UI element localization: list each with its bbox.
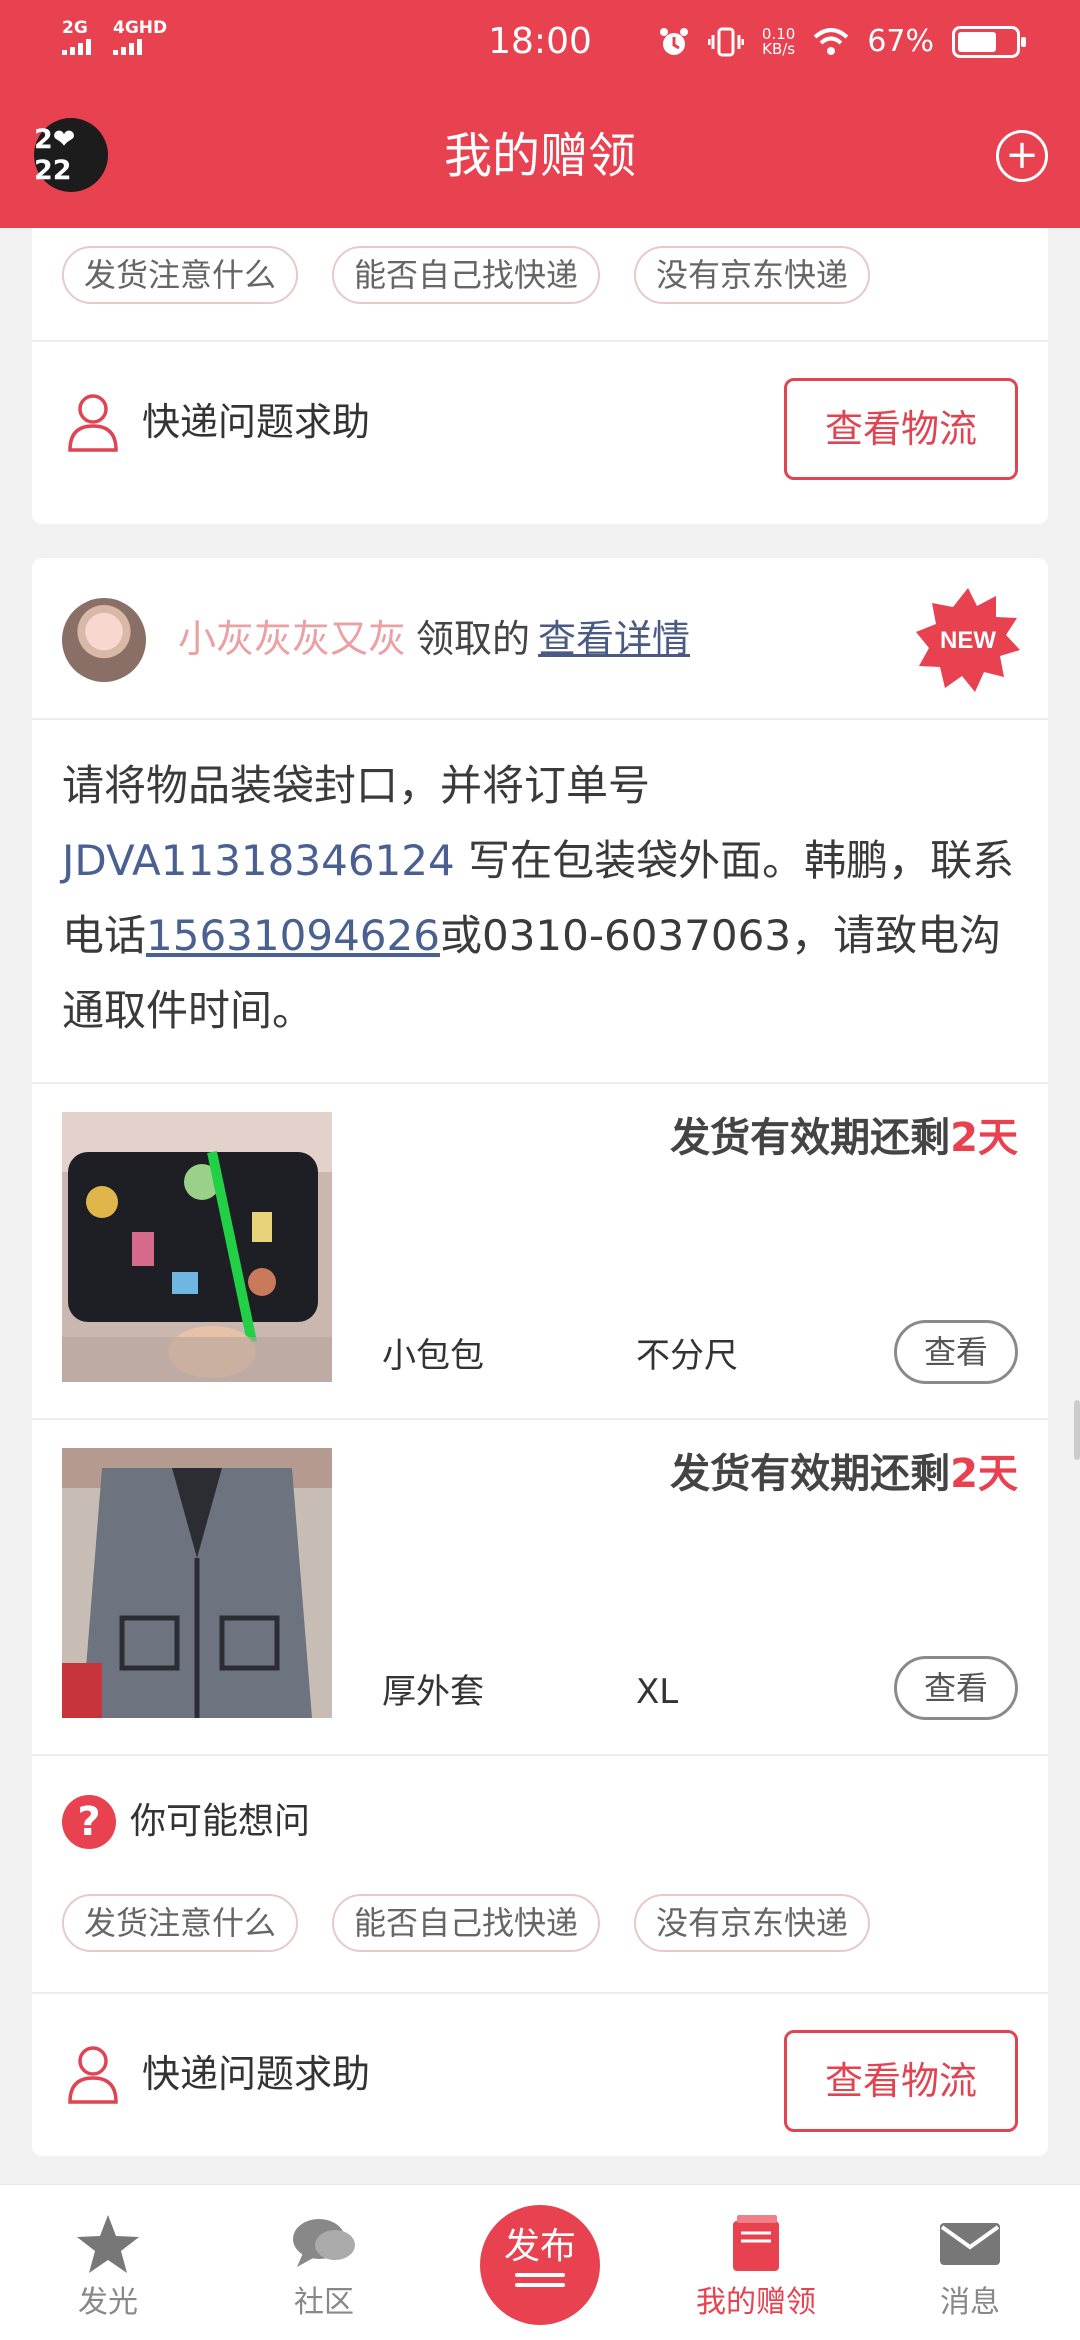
envelope-icon [940,2223,1000,2265]
courier-help-text[interactable]: 快递问题求助 [142,396,370,448]
wifi-icon [813,28,849,55]
view-item-button[interactable]: 查看 [894,1656,1018,1720]
faq-title: 你可能想问 [130,1801,311,1842]
courier-help-row: 快递问题求助 查看物流 [32,2022,1048,2132]
item-row: 发货有效期还剩2天 小包包 不分尺 查看 [32,1084,1048,1420]
claimer-row: 小灰灰灰又灰 领取的 查看详情 NEW [32,558,1048,718]
scrollbar[interactable] [1074,1400,1080,1460]
new-badge-icon: NEW [916,588,1020,692]
faq-tags: 发货注意什么 能否自己找快递 没有京东快递 [62,1894,871,1952]
user-name[interactable]: 小灰灰灰又灰 [178,617,406,661]
plus-circle-icon[interactable]: + [996,130,1048,182]
faq-tag[interactable]: 能否自己找快递 [332,246,601,304]
faq-tag[interactable]: 发货注意什么 [62,1894,299,1952]
shipping-instructions: 请将物品装袋封口，并将订单号 JDVA11318346124 写在包装袋外面。韩… [62,761,1015,1035]
app-header: 2G 4GHD 18:00 0.10 KB/s 67% 2❤22 我的赠领 + [0,0,1080,228]
nav-item-community[interactable]: 社区 [244,2213,404,2323]
question-icon: ? [62,1795,116,1849]
vibrate-icon [707,27,744,57]
alarm-icon [659,28,688,55]
battery-percent: 67% [867,24,934,59]
shipping-deadline: 发货有效期还剩2天 [670,1451,1018,1497]
chat-bubbles-icon [293,2219,355,2267]
view-logistics-button[interactable]: 查看物流 [784,2030,1018,2132]
status-icons: 0.10 KB/s 67% [658,20,1026,64]
faq-header: ? 你可能想问 [62,1794,310,1850]
divider [32,340,1048,342]
shipping-deadline: 发货有效期还剩2天 [670,1115,1018,1161]
network-speed: 0.10 KB/s [761,25,796,58]
bottom-nav: 发光 社区 发布 我的赠领 消息 [0,2184,1080,2340]
item-photo-coat[interactable] [62,1448,332,1718]
publish-icon [515,2273,565,2287]
faq-tag[interactable]: 发货注意什么 [62,246,299,304]
item-size: 不分尺 [636,1336,738,1376]
order-card-previous: 发货注意什么 能否自己找快递 没有京东快递 快递问题求助 查看物流 [32,228,1048,524]
user-avatar[interactable] [62,598,146,682]
order-card: 小灰灰灰又灰 领取的 查看详情 NEW 请将物品装袋封口，并将订单号 JDVA113… [32,558,1048,2156]
phone-link[interactable]: 15631094626 [146,911,440,960]
faq-tag[interactable]: 能否自己找快递 [332,1894,601,1952]
faq-tags: 发货注意什么 能否自己找快递 没有京东快递 [62,246,871,304]
item-row: 发货有效期还剩2天 厚外套 XL 查看 [32,1420,1048,1756]
gift-book-icon [733,2215,779,2271]
item-size: XL [636,1672,679,1712]
nav-item-messages[interactable]: 消息 [890,2213,1050,2323]
faq-tag[interactable]: 没有京东快递 [634,1894,871,1952]
nav-item-glow[interactable]: 发光 [28,2213,188,2323]
view-item-button[interactable]: 查看 [894,1320,1018,1384]
view-logistics-button[interactable]: 查看物流 [784,378,1018,480]
divider [32,1992,1048,1994]
divider [32,718,1048,720]
courier-help-text[interactable]: 快递问题求助 [142,2048,370,2100]
view-details-link[interactable]: 查看详情 [538,617,690,661]
person-icon [68,2046,118,2104]
item-name: 厚外套 [382,1672,484,1712]
claimed-label: 领取的 [416,617,531,661]
faq-tag[interactable]: 没有京东快递 [634,246,871,304]
nav-item-my-gifts[interactable]: 我的赠领 [676,2213,836,2323]
order-number[interactable]: JDVA11318346124 [62,836,455,885]
status-bar: 2G 4GHD 18:00 0.10 KB/s 67% [0,0,1080,84]
courier-help-row: 快递问题求助 查看物流 [32,370,1048,480]
page-title: 我的赠领 [443,128,636,184]
star-icon [77,2215,139,2273]
new-badge-text: NEW [940,627,996,654]
publish-button[interactable]: 发布 [480,2205,600,2325]
battery-icon [952,26,1026,58]
person-icon [68,394,118,452]
item-name: 小包包 [382,1336,484,1376]
divider [32,1754,1048,1756]
item-photo-bag[interactable] [62,1112,332,1382]
